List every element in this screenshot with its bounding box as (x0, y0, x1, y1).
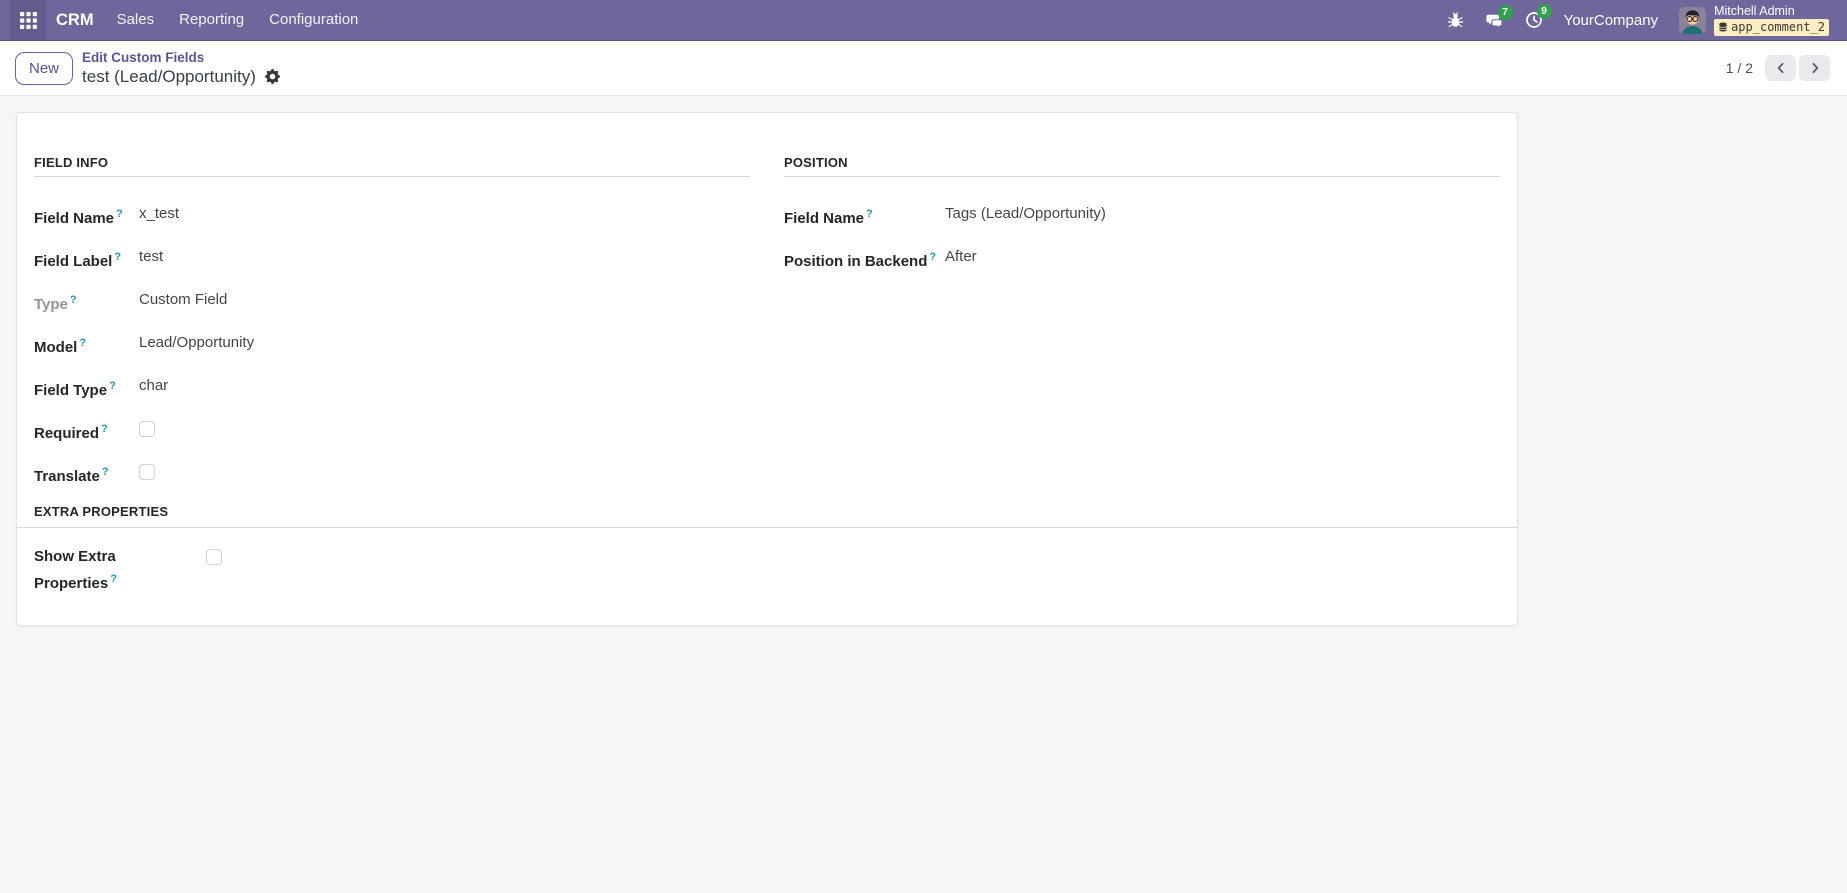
show-extra-properties-checkbox[interactable] (206, 549, 222, 565)
messages-button[interactable]: 7 (1485, 4, 1513, 29)
field-label: Required? (34, 423, 108, 442)
database-icon (1718, 21, 1728, 33)
required-checkbox[interactable] (139, 421, 155, 437)
field-label-input[interactable]: test (139, 246, 163, 268)
chevron-left-icon (1774, 61, 1788, 75)
odoo-app: CRM Sales Reporting Configuration 7 9 Yo… (0, 0, 1847, 893)
page-title: test (Lead/Opportunity) (82, 66, 256, 86)
company-switcher[interactable]: YourCompany (1564, 12, 1659, 29)
breadcrumb-current-row: test (Lead/Opportunity) (82, 66, 280, 87)
field-label: Show Extra Properties? (34, 548, 117, 592)
pager-buttons (1765, 55, 1830, 81)
field-label: Field Label? (34, 251, 122, 270)
help-mark: ? (116, 208, 123, 220)
user-info: Mitchell Admin app_comment_2 (1714, 3, 1829, 36)
apps-menu-button[interactable] (10, 0, 46, 40)
top-navbar: CRM Sales Reporting Configuration 7 9 Yo… (0, 0, 1847, 41)
form-sheet: FIELD INFO Field Name? x_test Field Labe… (16, 112, 1518, 626)
user-name: Mitchell Admin (1714, 3, 1795, 18)
section-title: EXTRA PROPERTIES (34, 504, 169, 519)
menu-reporting[interactable]: Reporting (179, 0, 244, 40)
field-label: Translate? (34, 466, 109, 485)
field-label: Field Name? (784, 208, 873, 227)
section-position: POSITION Field Name? Tags (Lead/Opportun… (784, 155, 1500, 488)
position-field-name-value[interactable]: Tags (Lead/Opportunity) (945, 203, 1106, 225)
model-value[interactable]: Lead/Opportunity (139, 332, 254, 354)
field-row-required: Required? (34, 418, 750, 445)
control-panel: New Edit Custom Fields test (Lead/Opport… (0, 41, 1847, 96)
bug-icon (1447, 11, 1464, 29)
field-label: Model? (34, 337, 87, 356)
breadcrumb: Edit Custom Fields test (Lead/Opportunit… (82, 50, 280, 87)
section-header: EXTRA PROPERTIES (17, 503, 1517, 528)
help-mark: ? (101, 466, 109, 478)
gear-icon (264, 68, 280, 84)
pager-previous-button[interactable] (1765, 55, 1796, 81)
app-menus: Sales Reporting Configuration (117, 0, 359, 40)
database-name: app_comment_2 (1731, 20, 1825, 34)
field-label: Position in Backend? (784, 251, 937, 270)
pager-next-button[interactable] (1799, 55, 1830, 81)
field-label: Field Name? (34, 208, 123, 227)
position-in-backend-value[interactable]: After (945, 246, 977, 268)
field-row-field-name: Field Name? x_test (34, 203, 750, 230)
pager-value[interactable]: 1 / 2 (1726, 60, 1753, 76)
database-badge: app_comment_2 (1714, 18, 1829, 36)
activities-button[interactable]: 9 (1525, 4, 1552, 29)
grid-icon (19, 11, 37, 29)
field-label: Type? (34, 294, 77, 313)
field-name-input[interactable]: x_test (139, 203, 179, 225)
help-mark: ? (866, 208, 873, 220)
field-label: Field Type? (34, 380, 116, 399)
field-type-input[interactable]: char (139, 375, 168, 397)
systray: 7 9 YourCompany Mitchell Admin app_comme… (1447, 3, 1829, 36)
messages-count-badge: 7 (1497, 4, 1513, 20)
debug-mode-button[interactable] (1447, 11, 1464, 29)
help-mark: ? (101, 423, 108, 435)
activities-count-badge: 9 (1536, 4, 1552, 19)
field-row-model: Model? Lead/Opportunity (34, 332, 750, 359)
current-app-menu[interactable]: CRM (56, 11, 94, 30)
actions-menu-button[interactable] (264, 68, 280, 84)
section-title: POSITION (784, 155, 1500, 177)
field-row-position-in-backend: Position in Backend? After (784, 246, 1500, 273)
field-row-position-field-name: Field Name? Tags (Lead/Opportunity) (784, 203, 1500, 230)
field-row-field-type: Field Type? char (34, 375, 750, 402)
help-mark: ? (79, 337, 87, 349)
section-extra-properties: EXTRA PROPERTIES Show Extra Properties? (17, 503, 1517, 595)
field-row-type: Type? Custom Field (34, 289, 750, 316)
field-row-translate: Translate? (34, 461, 750, 488)
chevron-right-icon (1808, 61, 1822, 75)
translate-checkbox[interactable] (139, 464, 155, 480)
type-value: Custom Field (139, 291, 228, 308)
section-title: FIELD INFO (34, 155, 750, 177)
help-mark: ? (109, 380, 116, 392)
main-content: FIELD INFO Field Name? x_test Field Labe… (0, 96, 1847, 893)
breadcrumb-parent-link[interactable]: Edit Custom Fields (82, 50, 280, 66)
field-row-show-extra-properties: Show Extra Properties? (17, 528, 1517, 595)
help-mark: ? (69, 294, 77, 306)
company-name: YourCompany (1563, 11, 1659, 29)
section-field-info: FIELD INFO Field Name? x_test Field Labe… (34, 155, 750, 488)
record-pager: 1 / 2 (1726, 55, 1830, 81)
field-row-field-label: Field Label? test (34, 246, 750, 273)
help-mark: ? (114, 251, 122, 263)
form-columns: FIELD INFO Field Name? x_test Field Labe… (34, 155, 1500, 488)
user-avatar (1679, 6, 1707, 34)
user-menu[interactable]: Mitchell Admin app_comment_2 (1679, 3, 1829, 36)
help-mark: ? (110, 573, 117, 585)
menu-configuration[interactable]: Configuration (269, 0, 358, 40)
help-mark: ? (929, 251, 937, 263)
new-button[interactable]: New (15, 51, 74, 85)
menu-sales[interactable]: Sales (117, 0, 155, 40)
